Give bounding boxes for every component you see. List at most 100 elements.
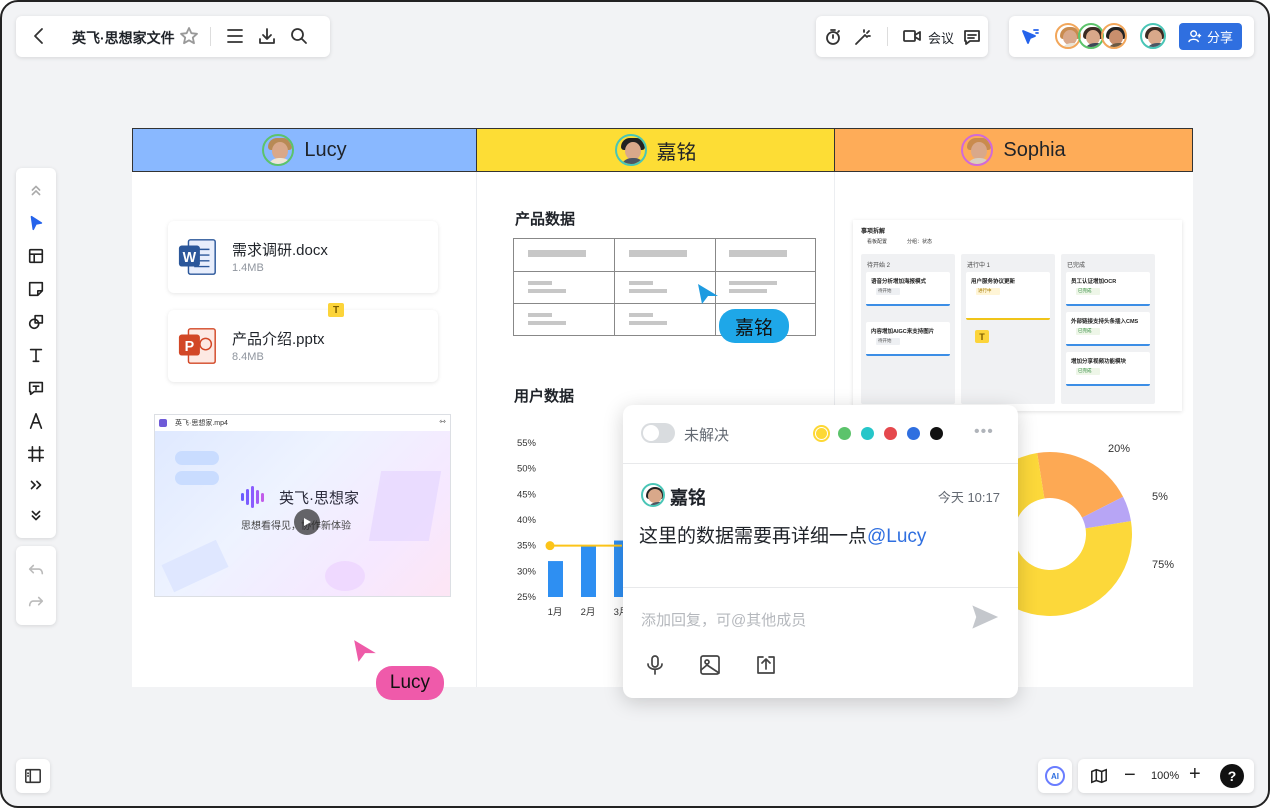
file-size: 1.4MB	[232, 262, 264, 274]
redo-icon[interactable]	[26, 592, 46, 612]
kanban-column: 进行中 1 用户服务协议更新 进行中	[961, 254, 1055, 404]
donut-label: 20%	[1108, 443, 1130, 455]
text-box-icon[interactable]	[26, 378, 46, 398]
document-title[interactable]: 英飞·思想家文件	[72, 28, 175, 48]
collapse-up-icon[interactable]	[26, 180, 46, 200]
x-tick-label: 2月	[581, 607, 596, 618]
video-card[interactable]: 英飞·思想家.mp4 ⇿ 英飞·思想家 思想看得见，协作新体验	[154, 414, 451, 597]
video-preview[interactable]: 英飞·思想家 思想看得见，协作新体验	[155, 431, 450, 596]
avatar-collab-3[interactable]	[1101, 23, 1127, 49]
word-file-icon: W	[178, 239, 216, 275]
kanban-filter: 看板配置	[867, 239, 888, 245]
text-sticker-icon: T	[328, 303, 344, 317]
undo-icon[interactable]	[26, 560, 46, 580]
divider	[623, 587, 1018, 588]
follow-cursor-icon[interactable]	[1017, 24, 1043, 50]
video-filename: 英飞·思想家.mp4	[175, 420, 228, 427]
kanban-title: 事项拆解	[861, 229, 886, 235]
reply-input[interactable]: 添加回复，可@其他成员	[641, 609, 806, 630]
file-size: 8.4MB	[232, 351, 264, 363]
avatar-current-user[interactable]	[1140, 23, 1166, 49]
kanban-board-thumbnail[interactable]: 事项拆解 看板配置 分组：状态 待开始 2 语音分析增加海报模式 待开始 内容增加…	[853, 220, 1182, 411]
ai-assistant-button[interactable]: AI	[1045, 766, 1065, 786]
comment-icon[interactable]	[959, 24, 985, 50]
minimap-icon[interactable]	[1090, 767, 1108, 785]
color-option-blue[interactable]	[907, 427, 920, 440]
video-camera-icon[interactable]	[899, 23, 925, 49]
kanban-card[interactable]: 内容增加AIGC来支持图片 待开始	[866, 322, 950, 356]
kanban-column: 已完成 员工认证增加OCR 已完成 外部链接支持头条插入CMS 已完成 增加分享视频…	[1061, 254, 1155, 404]
kanban-card[interactable]: 员工认证增加OCR 已完成	[1066, 272, 1150, 306]
column-header-jiaming[interactable]: 嘉铭	[476, 128, 835, 172]
add-user-icon	[1188, 30, 1202, 43]
select-pointer-icon[interactable]	[26, 213, 46, 233]
color-option-teal[interactable]	[861, 427, 874, 440]
text-sticker-icon: T	[975, 330, 989, 343]
resolve-toggle[interactable]	[641, 423, 675, 443]
column-header-lucy[interactable]: Lucy	[132, 128, 477, 172]
sidebar-toggle-icon	[25, 768, 41, 784]
search-icon[interactable]	[286, 23, 312, 49]
upload-file-icon[interactable]	[754, 653, 780, 679]
more-options-icon[interactable]: •••	[974, 423, 994, 441]
zoom-in-icon[interactable]: +	[1189, 763, 1201, 786]
more-tools-icon[interactable]	[26, 475, 46, 495]
sticky-note-icon[interactable]	[26, 279, 46, 299]
comment-panel[interactable]: 未解决 ••• 嘉铭 今天 10:17 这里的数据需要再详细一点@Lucy 添加…	[623, 405, 1018, 698]
file-card-pptx[interactable]: P 产品介绍.pptx 8.4MB	[168, 310, 438, 382]
download-icon[interactable]	[254, 23, 280, 49]
shapes-icon[interactable]	[26, 312, 46, 332]
menu-icon[interactable]	[222, 23, 248, 49]
y-tick-label: 40%	[517, 515, 537, 526]
back-arrow-icon[interactable]	[26, 23, 52, 49]
history-panel	[16, 546, 56, 625]
jiaming-cursor-icon	[698, 284, 718, 304]
divider	[210, 27, 211, 46]
pen-tool-icon[interactable]	[26, 411, 46, 431]
zoom-out-icon[interactable]: −	[1124, 764, 1136, 787]
comment-author: 嘉铭	[670, 488, 706, 508]
timer-icon[interactable]	[820, 24, 846, 50]
y-tick-label: 55%	[517, 438, 537, 449]
help-icon[interactable]: ?	[1220, 764, 1244, 788]
kanban-card[interactable]: 语音分析增加海报模式 待开始	[866, 272, 950, 306]
avatar-sophia	[961, 134, 994, 166]
outline-panel-button[interactable]	[16, 759, 50, 793]
lucy-cursor-label: Lucy	[376, 666, 444, 700]
column-header-sophia[interactable]: Sophia	[834, 128, 1193, 172]
kanban-card[interactable]: 增加分享视频功能模块 已完成	[1066, 352, 1150, 386]
video-titlebar: 英飞·思想家.mp4 ⇿	[155, 415, 450, 431]
meeting-label[interactable]: 会议	[928, 28, 954, 47]
zoom-level[interactable]: 100%	[1151, 770, 1179, 782]
user-data-chart: 55% 50% 45% 40% 35% 30% 25% 1月 2月 3月	[132, 128, 629, 618]
file-card-docx[interactable]: W 需求调研.docx 1.4MB	[168, 221, 438, 293]
resolve-status-label: 未解决	[684, 427, 730, 444]
color-option-green[interactable]	[838, 427, 851, 440]
frame-tool-icon[interactable]	[26, 444, 46, 464]
kanban-card[interactable]: 用户服务协议更新 进行中	[966, 272, 1050, 320]
microphone-icon[interactable]	[643, 653, 669, 679]
template-icon[interactable]	[26, 246, 46, 266]
y-tick-label: 50%	[517, 464, 537, 475]
play-button[interactable]	[294, 509, 320, 535]
column-name: 嘉铭	[656, 141, 697, 164]
comment-text: 这里的数据需要再详细一点	[639, 526, 868, 547]
star-icon[interactable]	[176, 23, 202, 49]
mention-link[interactable]: @Lucy	[867, 526, 926, 547]
share-button[interactable]: 分享	[1179, 23, 1242, 50]
lucy-cursor-icon	[354, 640, 376, 662]
image-icon[interactable]	[698, 653, 724, 679]
kanban-column-title: 待开始 2	[867, 263, 891, 269]
expand-icon[interactable]: ⇿	[439, 417, 446, 426]
expand-down-icon[interactable]	[26, 506, 46, 526]
kanban-group: 分组：状态	[907, 239, 933, 245]
text-tool-icon[interactable]	[26, 345, 46, 365]
column-name: Sophia	[1003, 138, 1066, 161]
kanban-card[interactable]: 外部链接支持头条插入CMS 已完成	[1066, 312, 1150, 346]
kanban-column: 待开始 2 语音分析增加海报模式 待开始 内容增加AIGC来支持图片 待开始	[861, 254, 955, 404]
share-panel: 分享	[1009, 16, 1254, 57]
send-icon[interactable]	[971, 603, 999, 631]
magic-wand-icon[interactable]	[850, 24, 876, 50]
color-option-red[interactable]	[884, 427, 897, 440]
color-option-black[interactable]	[930, 427, 943, 440]
